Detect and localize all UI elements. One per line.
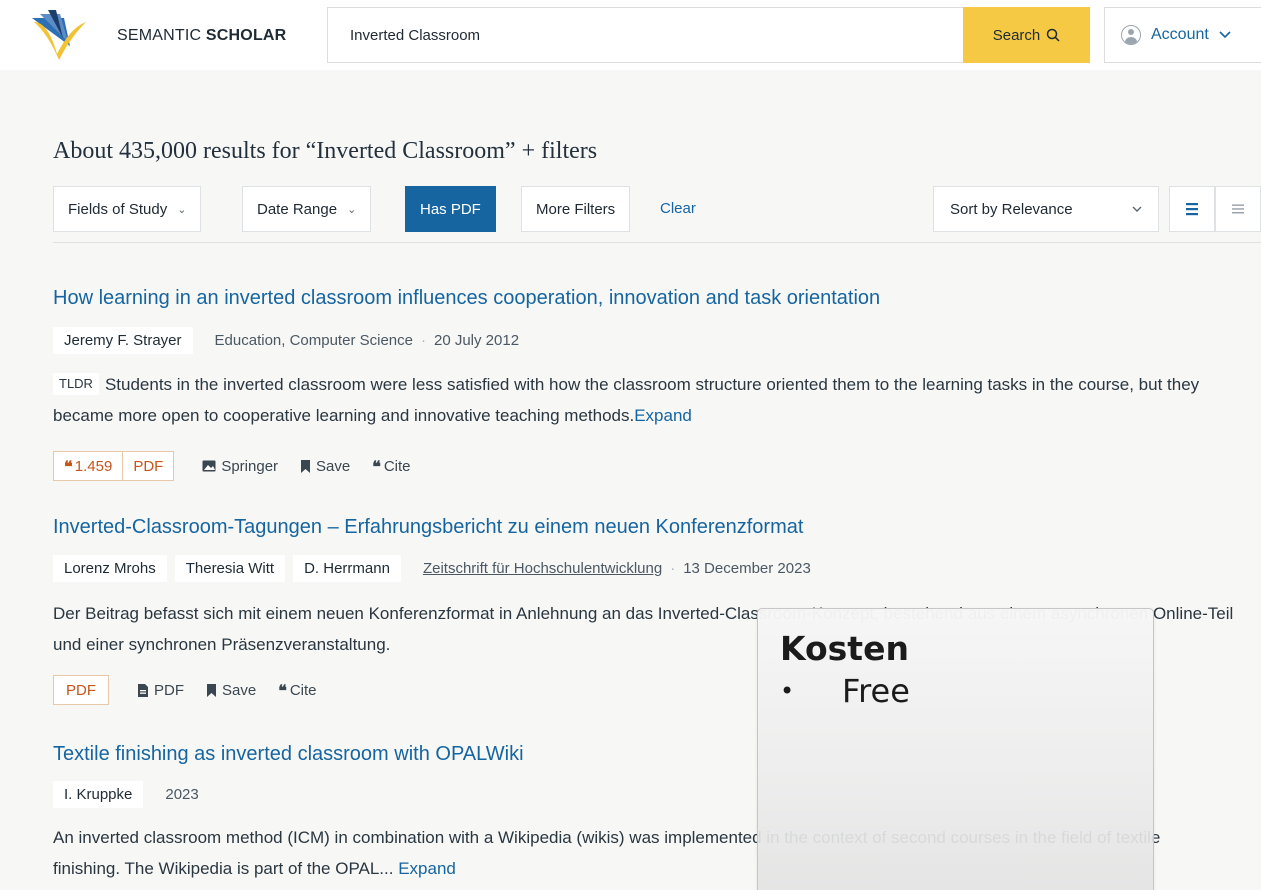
tldr-text: Students in the inverted classroom were … bbox=[53, 375, 1200, 425]
search-input[interactable] bbox=[327, 7, 963, 63]
bullet-icon: • bbox=[780, 677, 795, 705]
result-title[interactable]: Inverted-Classroom-Tagungen – Erfahrungs… bbox=[53, 516, 803, 539]
cite-button[interactable]: ❝ Cite bbox=[278, 681, 316, 700]
clear-filters-link[interactable]: Clear bbox=[660, 200, 696, 217]
date-range-label: Date Range bbox=[257, 200, 338, 218]
user-avatar-icon bbox=[1121, 25, 1141, 45]
save-label: Save bbox=[222, 681, 257, 699]
venue-link[interactable]: Zeitschrift für Hochschulentwicklung bbox=[423, 560, 662, 577]
list-view-icon bbox=[1186, 203, 1198, 216]
citation-count: ❝ 1.459 bbox=[54, 452, 122, 480]
result-meta: Lorenz Mrohs Theresia Witt D. Herrmann Z… bbox=[53, 553, 811, 583]
chevron-down-icon bbox=[1219, 31, 1231, 39]
pdf-badge[interactable]: PDF bbox=[53, 675, 109, 705]
overlay-title: Kosten bbox=[780, 629, 909, 668]
tldr-badge: TLDR bbox=[53, 373, 99, 395]
chevron-down-icon: ⌄ bbox=[347, 203, 357, 216]
author-chip[interactable]: Lorenz Mrohs bbox=[53, 554, 167, 582]
result-title[interactable]: How learning in an inverted classroom in… bbox=[53, 287, 880, 310]
quote-icon: ❝ bbox=[278, 680, 286, 700]
date-range-dropdown[interactable]: Date Range ⌄ bbox=[242, 186, 372, 232]
bookmark-icon bbox=[207, 683, 216, 697]
meta-separator: · bbox=[420, 331, 426, 349]
expand-link[interactable]: Expand bbox=[634, 406, 692, 425]
brand-regular: SEMANTIC bbox=[117, 27, 206, 44]
overlay-item-label: Free bbox=[842, 672, 910, 710]
overlay-list-item: • Free bbox=[780, 672, 1131, 710]
result-title[interactable]: Textile finishing as inverted classroom … bbox=[53, 743, 524, 766]
brand-name[interactable]: SEMANTIC SCHOLAR bbox=[117, 27, 286, 45]
has-pdf-label: Has PDF bbox=[420, 200, 481, 218]
author-chip[interactable]: Jeremy F. Strayer bbox=[53, 326, 193, 354]
source-label: PDF bbox=[154, 681, 184, 699]
results-heading: About 435,000 results for “Inverted Clas… bbox=[53, 138, 598, 164]
image-icon bbox=[202, 460, 216, 472]
search-button-label: Search bbox=[992, 26, 1041, 44]
source-label: Springer bbox=[221, 457, 279, 475]
has-pdf-toggle[interactable]: Has PDF bbox=[405, 186, 496, 232]
compact-view-button[interactable] bbox=[1215, 186, 1261, 232]
save-button[interactable]: Save bbox=[300, 458, 350, 475]
author-chip[interactable]: D. Herrmann bbox=[293, 554, 401, 582]
account-label: Account bbox=[1151, 26, 1209, 43]
pdf-file-icon bbox=[138, 683, 148, 697]
pdf-badge[interactable]: PDF bbox=[122, 452, 173, 480]
sort-dropdown[interactable]: Sort by Relevance bbox=[933, 186, 1159, 232]
view-toggle bbox=[1169, 186, 1261, 232]
more-filters-label: More Filters bbox=[536, 200, 616, 218]
cite-button[interactable]: ❝ Cite bbox=[372, 457, 410, 476]
sort-label: Sort by Relevance bbox=[950, 200, 1073, 218]
semantic-scholar-logo[interactable] bbox=[30, 8, 88, 62]
result-meta: I. Kruppke 2023 bbox=[53, 779, 199, 809]
compact-view-icon bbox=[1232, 204, 1244, 214]
more-filters-button[interactable]: More Filters bbox=[521, 186, 631, 232]
quote-icon: ❝ bbox=[372, 456, 380, 476]
citation-badge[interactable]: ❝ 1.459 PDF bbox=[53, 451, 175, 481]
source-link[interactable]: Springer bbox=[202, 458, 278, 475]
chevron-down-icon: ⌄ bbox=[177, 203, 187, 216]
list-view-button[interactable] bbox=[1169, 186, 1215, 232]
fields-of-study: Education, Computer Science bbox=[214, 331, 413, 349]
expand-link[interactable]: Expand bbox=[398, 859, 456, 878]
author-chip[interactable]: Theresia Witt bbox=[174, 554, 286, 582]
filter-divider bbox=[53, 242, 1261, 243]
brand-bold: SCHOLAR bbox=[205, 27, 287, 44]
top-header: SEMANTIC SCHOLAR Search Account bbox=[0, 0, 1261, 70]
save-label: Save bbox=[316, 457, 351, 475]
chevron-down-icon bbox=[1132, 206, 1142, 212]
author-chip[interactable]: I. Kruppke bbox=[53, 780, 144, 808]
pricing-overlay-card: Kosten • Free bbox=[757, 608, 1154, 890]
page: SEMANTIC SCHOLAR Search Account About 43… bbox=[0, 0, 1261, 890]
publication-date: 2023 bbox=[165, 785, 199, 803]
result-meta: Jeremy F. Strayer Education, Computer Sc… bbox=[53, 325, 519, 355]
quote-icon: ❝ bbox=[64, 456, 72, 476]
result-actions: ❝ 1.459 PDF Springer Save ❝ Cite bbox=[53, 449, 411, 483]
save-button[interactable]: Save bbox=[206, 682, 256, 699]
citation-count-value: 1.459 bbox=[74, 457, 113, 475]
publication-date: 13 December 2023 bbox=[683, 559, 811, 577]
result-abstract: TLDR Students in the inverted classroom w… bbox=[53, 369, 1253, 431]
fields-of-study-dropdown[interactable]: Fields of Study ⌄ bbox=[53, 186, 202, 232]
search-icon bbox=[1047, 28, 1060, 42]
cite-label: Cite bbox=[383, 457, 411, 475]
publication-date: 20 July 2012 bbox=[433, 331, 520, 349]
bookmark-icon bbox=[301, 459, 311, 473]
source-link[interactable]: PDF bbox=[137, 682, 184, 699]
filter-bar: Fields of Study ⌄ Date Range ⌄ Has PDF M… bbox=[53, 186, 1261, 232]
search-button[interactable]: Search bbox=[963, 7, 1090, 63]
meta-separator: · bbox=[670, 559, 676, 577]
fields-of-study-label: Fields of Study bbox=[68, 200, 168, 218]
account-button[interactable]: Account bbox=[1104, 7, 1261, 63]
cite-label: Cite bbox=[289, 681, 317, 699]
result-actions: PDF PDF Save ❝ Cite bbox=[53, 673, 317, 707]
